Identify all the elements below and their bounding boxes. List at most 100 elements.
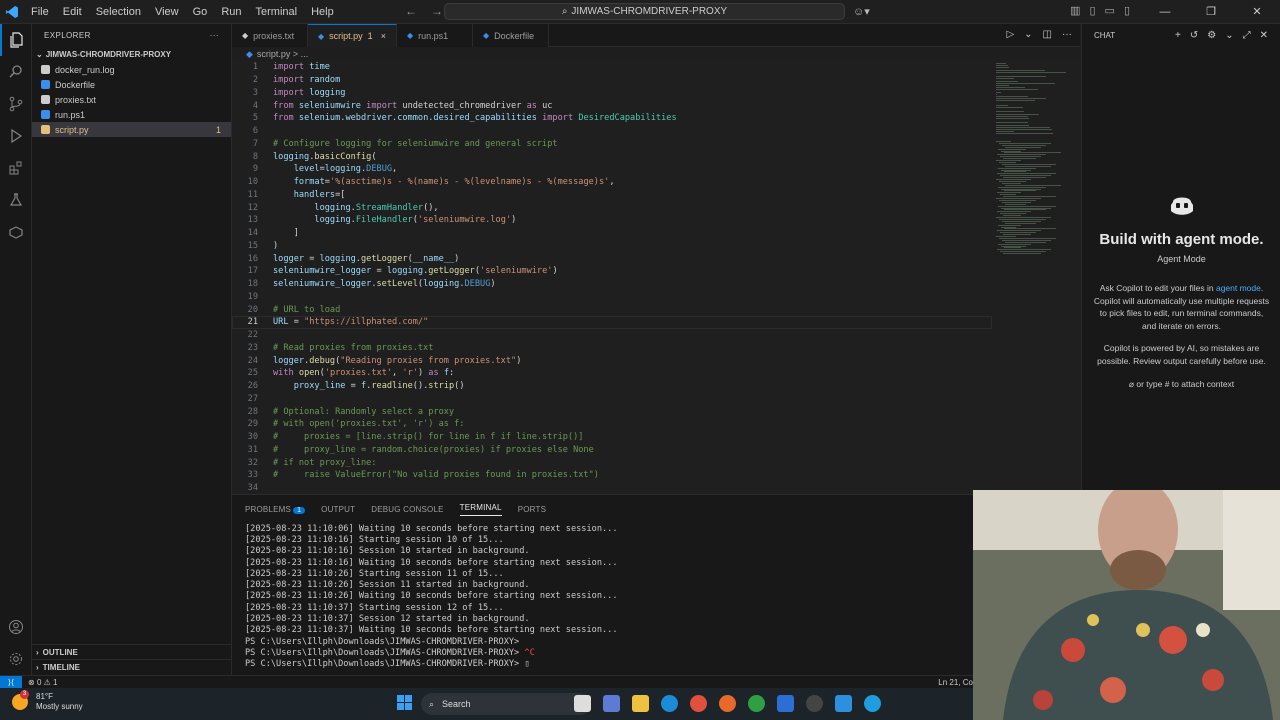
copilot-app-icon[interactable] [603, 695, 620, 712]
chrome-icon[interactable] [690, 695, 707, 712]
minimap[interactable] [992, 61, 1080, 494]
temperature: 81°F [36, 692, 53, 701]
extensions-icon[interactable] [0, 152, 32, 184]
minimap-line [999, 161, 1016, 163]
breadcrumb[interactable]: ◆ script.py > ... [232, 47, 308, 61]
new-chat-icon[interactable]: + [1175, 30, 1181, 41]
code-line: 31 # proxy_line = random.choice(proxies) … [232, 444, 992, 457]
code-editor[interactable]: 1 import time 2 import random 3 import loggin… [232, 61, 992, 494]
split-editor-icon[interactable]: ◫ [1043, 29, 1052, 40]
toggle-secondary-sidebar-icon[interactable]: ▯ [1124, 4, 1130, 17]
file-item[interactable]: proxies.txt [32, 92, 231, 107]
close-icon[interactable]: ✕ [1260, 30, 1268, 41]
code-text: ) [262, 241, 278, 251]
cursor-position[interactable]: Ln 21, Co [938, 678, 973, 687]
minimize-icon[interactable]: — [1142, 0, 1188, 24]
workspace-folder[interactable]: ⌄ JIMWAS-CHROMDRIVER-PROXY [32, 46, 231, 62]
agent-mode-subheading: Agent Mode [1157, 254, 1206, 264]
file-item[interactable]: docker_run.log [32, 62, 231, 77]
minimap-line [1001, 226, 1016, 228]
taskbar-search[interactable]: ⌕ Search ✿ [421, 693, 591, 715]
chrome-profile-icon[interactable] [748, 695, 765, 712]
vscode-taskbar-icon[interactable] [835, 695, 852, 712]
minimap-line [997, 154, 1046, 156]
settings-gear-icon[interactable] [0, 643, 32, 675]
problems-status[interactable]: ⊗ 0 ⚠ 1 [28, 678, 57, 687]
obs-icon[interactable] [806, 695, 823, 712]
toggle-panel-icon[interactable]: ▭ [1105, 4, 1115, 17]
file-item[interactable]: run.ps1 [32, 107, 231, 122]
settings-gear-icon[interactable]: ⚙ [1207, 30, 1216, 41]
remote-indicator-icon[interactable]: ⟩⟨ [0, 675, 22, 689]
more-actions-icon[interactable]: ··· [1062, 29, 1072, 40]
code-line: 34 [232, 482, 992, 494]
toggle-sidebar-icon[interactable]: ▯ [1089, 4, 1095, 17]
forward-arrow-icon[interactable]: → [431, 4, 443, 18]
timeline-section[interactable]: › TIMELINE [32, 659, 232, 674]
run-debug-icon[interactable] [0, 120, 32, 152]
menu-item-terminal[interactable]: Terminal [249, 6, 305, 18]
command-center-search[interactable]: ⌕ JIMWAS-CHROMDRIVER-PROXY [444, 3, 845, 20]
menu-item-file[interactable]: File [24, 6, 56, 18]
chevron-down-icon[interactable]: ⌄ [1024, 29, 1032, 40]
app-icon[interactable] [864, 695, 881, 712]
tab-proxies-txt[interactable]: ◆ proxies.txt [232, 24, 308, 47]
minimap-line [1004, 228, 1056, 230]
search-icon[interactable] [0, 56, 32, 88]
vscode-logo-icon[interactable] [0, 0, 24, 24]
maximize-icon[interactable]: ⤢ [1243, 30, 1251, 41]
more-actions-icon[interactable]: ··· [210, 31, 219, 40]
back-arrow-icon[interactable]: ← [405, 4, 417, 18]
history-icon[interactable]: ↺ [1190, 30, 1198, 41]
tab-dockerfile[interactable]: ◆ Dockerfile [472, 24, 549, 47]
remote-desktop-icon[interactable] [777, 695, 794, 712]
code-token: random [309, 75, 341, 86]
testing-flask-icon[interactable] [0, 184, 32, 216]
terminal-output[interactable]: [2025-08-23 11:10:06] Waiting 10 seconds… [232, 523, 1080, 670]
edge-icon[interactable] [661, 695, 678, 712]
code-token: from [273, 100, 294, 111]
account-icon[interactable] [0, 611, 32, 643]
menu-item-edit[interactable]: Edit [56, 6, 89, 18]
maximize-icon[interactable]: ❐ [1188, 0, 1234, 24]
minimap-line [996, 104, 1008, 106]
source-control-icon[interactable] [0, 88, 32, 120]
file-item[interactable]: script.py 1 [32, 122, 231, 137]
menu-item-help[interactable]: Help [304, 6, 341, 18]
menu-item-view[interactable]: View [148, 6, 186, 18]
status-bar: ⟩⟨ ⊗ 0 ⚠ 1 Ln 21, Co [0, 675, 973, 689]
layout-icon[interactable]: ▥ [1070, 4, 1080, 17]
task-view-icon[interactable] [574, 695, 591, 712]
minimap-line [996, 236, 1016, 237]
chevron-down-icon[interactable]: ⌄ [1225, 30, 1233, 41]
close-window-icon[interactable]: ✕ [1234, 0, 1280, 24]
docker-icon[interactable] [0, 216, 32, 248]
copilot-icon[interactable]: ☺▾ [853, 5, 870, 18]
close-icon[interactable]: × [381, 31, 386, 41]
minimap-line [996, 80, 1018, 82]
agent-mode-link[interactable]: agent mode [1216, 283, 1261, 293]
nav-arrows: ← → [405, 4, 443, 18]
file-item[interactable]: Dockerfile [32, 77, 231, 92]
code-token: logger [273, 355, 305, 366]
file-explorer-icon[interactable] [632, 695, 649, 712]
tab-script-py[interactable]: ◆ script.py 1 × [308, 24, 397, 47]
paperclip-icon[interactable]: ⌀ [1129, 379, 1134, 389]
windows-start-icon[interactable] [396, 694, 413, 711]
explorer-icon[interactable] [0, 24, 32, 56]
panel-tab-ports[interactable]: PORTS [518, 505, 546, 514]
minimap-line [996, 217, 1051, 218]
menu-item-go[interactable]: Go [186, 6, 215, 18]
menu-item-selection[interactable]: Selection [89, 6, 148, 18]
outline-section[interactable]: › OUTLINE [32, 644, 232, 659]
firefox-icon[interactable] [719, 695, 736, 712]
panel-tab-problems[interactable]: PROBLEMS 1 [245, 505, 306, 514]
code-token: seleniumwire [298, 100, 361, 111]
menu-item-run[interactable]: Run [214, 6, 248, 18]
panel-tab-debug-console[interactable]: DEBUG CONSOLE [371, 505, 443, 514]
run-file-icon[interactable]: ▷ [1006, 29, 1014, 40]
weather-widget[interactable]: 3 81°F Mostly sunny [12, 690, 83, 712]
tab-run-ps1[interactable]: ◆ run.ps1 [396, 24, 473, 47]
panel-tab-output[interactable]: OUTPUT [321, 505, 355, 514]
panel-tab-terminal[interactable]: TERMINAL [459, 503, 502, 516]
